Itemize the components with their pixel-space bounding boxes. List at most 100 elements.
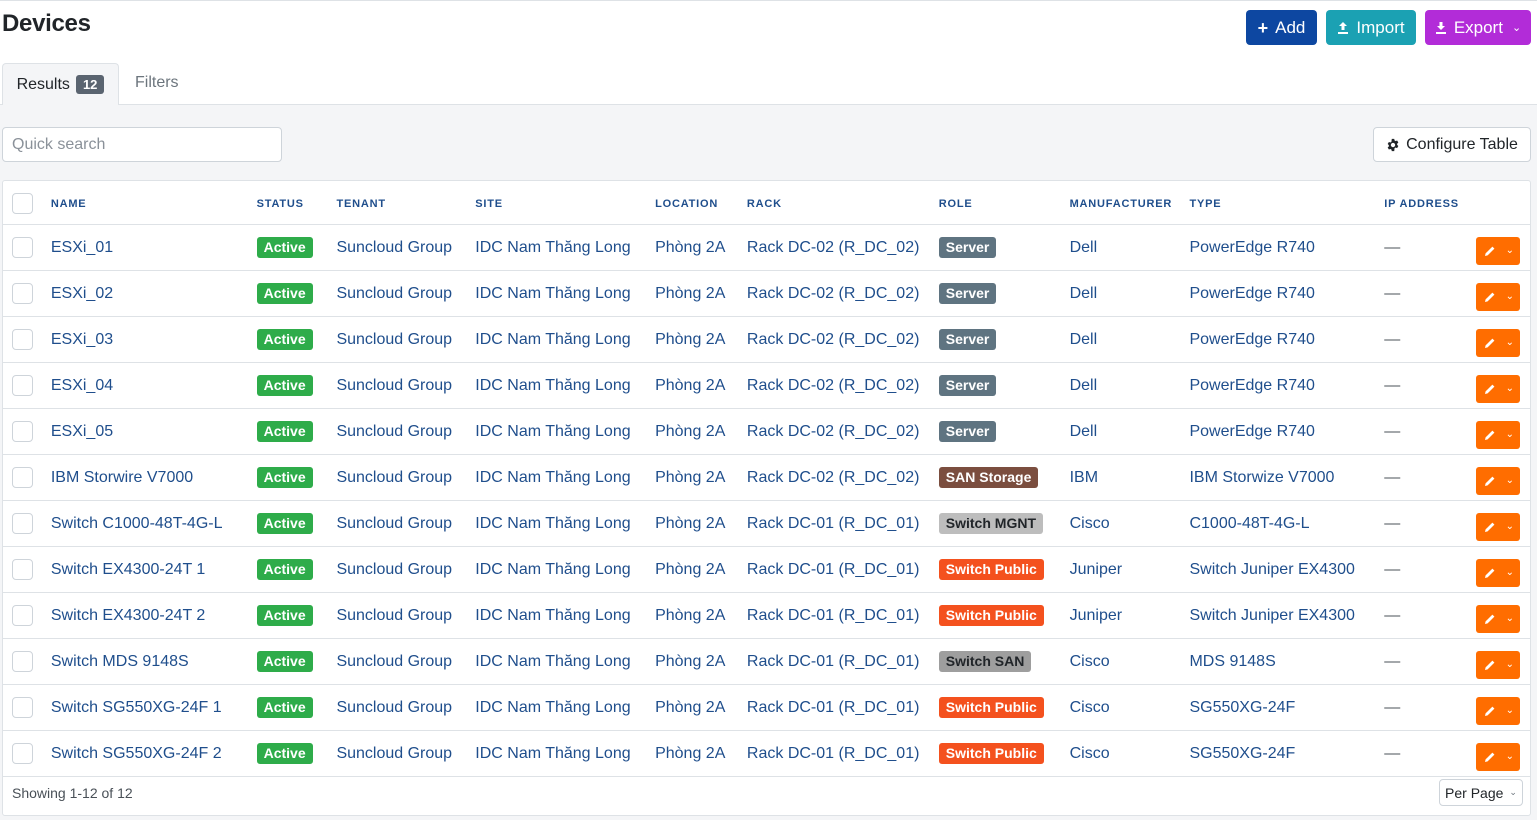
location-link[interactable]: Phòng 2A <box>655 607 725 624</box>
column-header-name[interactable]: NAME <box>50 181 257 225</box>
location-link[interactable]: Phòng 2A <box>655 285 725 302</box>
device-name-link[interactable]: Switch SG550XG-24F 2 <box>51 745 222 762</box>
site-link[interactable]: IDC Nam Thăng Long <box>475 285 630 302</box>
location-link[interactable]: Phòng 2A <box>655 745 725 762</box>
tenant-link[interactable]: Suncloud Group <box>336 423 452 440</box>
device-name-link[interactable]: IBM Storwire V7000 <box>51 469 193 486</box>
per-page-select[interactable]: Per Page ⌄ <box>1439 779 1523 806</box>
rack-link[interactable]: Rack DC-01 (R_DC_01) <box>747 515 920 532</box>
rack-link[interactable]: Rack DC-02 (R_DC_02) <box>747 469 920 486</box>
manufacturer-link[interactable]: Juniper <box>1070 607 1122 624</box>
device-name-link[interactable]: Switch EX4300-24T 1 <box>51 561 205 578</box>
device-type-link[interactable]: MDS 9148S <box>1189 653 1275 670</box>
device-type-link[interactable]: C1000-48T-4G-L <box>1189 515 1309 532</box>
rack-link[interactable]: Rack DC-01 (R_DC_01) <box>747 745 920 762</box>
manufacturer-link[interactable]: Dell <box>1070 377 1098 394</box>
row-checkbox[interactable] <box>12 651 33 672</box>
tab-results[interactable]: Results 12 <box>2 63 119 105</box>
edit-actions-button[interactable]: ⌄ <box>1476 236 1521 265</box>
manufacturer-link[interactable]: Dell <box>1070 239 1098 256</box>
tenant-link[interactable]: Suncloud Group <box>336 377 452 394</box>
row-checkbox[interactable] <box>12 605 33 626</box>
tenant-link[interactable]: Suncloud Group <box>336 285 452 302</box>
location-link[interactable]: Phòng 2A <box>655 469 725 486</box>
manufacturer-link[interactable]: IBM <box>1070 469 1098 486</box>
location-link[interactable]: Phòng 2A <box>655 515 725 532</box>
edit-actions-button[interactable]: ⌄ <box>1476 696 1521 725</box>
device-name-link[interactable]: ESXi_05 <box>51 423 113 440</box>
device-type-link[interactable]: SG550XG-24F <box>1189 699 1295 716</box>
row-checkbox[interactable] <box>12 329 33 350</box>
device-type-link[interactable]: IBM Storwize V7000 <box>1189 469 1334 486</box>
quick-search-input[interactable] <box>2 127 282 162</box>
edit-actions-button[interactable]: ⌄ <box>1476 512 1521 541</box>
row-checkbox[interactable] <box>12 283 33 304</box>
site-link[interactable]: IDC Nam Thăng Long <box>475 607 630 624</box>
device-type-link[interactable]: PowerEdge R740 <box>1189 423 1314 440</box>
manufacturer-link[interactable]: Dell <box>1070 423 1098 440</box>
site-link[interactable]: IDC Nam Thăng Long <box>475 653 630 670</box>
tenant-link[interactable]: Suncloud Group <box>336 469 452 486</box>
location-link[interactable]: Phòng 2A <box>655 377 725 394</box>
location-link[interactable]: Phòng 2A <box>655 423 725 440</box>
location-link[interactable]: Phòng 2A <box>655 331 725 348</box>
row-checkbox[interactable] <box>12 375 33 396</box>
site-link[interactable]: IDC Nam Thăng Long <box>475 469 630 486</box>
column-header-manufacturer[interactable]: MANUFACTURER <box>1069 181 1190 225</box>
rack-link[interactable]: Rack DC-02 (R_DC_02) <box>747 285 920 302</box>
manufacturer-link[interactable]: Cisco <box>1070 699 1110 716</box>
device-name-link[interactable]: Switch C1000-48T-4G-L <box>51 515 223 532</box>
tenant-link[interactable]: Suncloud Group <box>336 561 452 578</box>
column-header-type[interactable]: TYPE <box>1189 181 1385 225</box>
site-link[interactable]: IDC Nam Thăng Long <box>475 239 630 256</box>
manufacturer-link[interactable]: Dell <box>1070 285 1098 302</box>
tenant-link[interactable]: Suncloud Group <box>336 515 452 532</box>
device-type-link[interactable]: PowerEdge R740 <box>1189 239 1314 256</box>
tenant-link[interactable]: Suncloud Group <box>336 607 452 624</box>
row-checkbox[interactable] <box>12 697 33 718</box>
site-link[interactable]: IDC Nam Thăng Long <box>475 699 630 716</box>
device-name-link[interactable]: Switch MDS 9148S <box>51 653 189 670</box>
row-checkbox[interactable] <box>12 421 33 442</box>
manufacturer-link[interactable]: Cisco <box>1070 745 1110 762</box>
tenant-link[interactable]: Suncloud Group <box>336 331 452 348</box>
manufacturer-link[interactable]: Cisco <box>1070 653 1110 670</box>
tenant-link[interactable]: Suncloud Group <box>336 745 452 762</box>
rack-link[interactable]: Rack DC-01 (R_DC_01) <box>747 607 920 624</box>
device-name-link[interactable]: ESXi_01 <box>51 239 113 256</box>
rack-link[interactable]: Rack DC-02 (R_DC_02) <box>747 377 920 394</box>
edit-actions-button[interactable]: ⌄ <box>1476 742 1521 771</box>
site-link[interactable]: IDC Nam Thăng Long <box>475 377 630 394</box>
tenant-link[interactable]: Suncloud Group <box>336 653 452 670</box>
rack-link[interactable]: Rack DC-01 (R_DC_01) <box>747 699 920 716</box>
edit-actions-button[interactable]: ⌄ <box>1476 328 1521 357</box>
tab-filters[interactable]: Filters <box>135 74 179 92</box>
edit-actions-button[interactable]: ⌄ <box>1476 466 1521 495</box>
device-type-link[interactable]: SG550XG-24F <box>1189 745 1295 762</box>
export-button[interactable]: Export ⌄ <box>1425 10 1531 45</box>
device-name-link[interactable]: Switch SG550XG-24F 1 <box>51 699 222 716</box>
device-name-link[interactable]: ESXi_03 <box>51 331 113 348</box>
row-checkbox[interactable] <box>12 513 33 534</box>
device-type-link[interactable]: Switch Juniper EX4300 <box>1189 561 1354 578</box>
device-type-link[interactable]: Switch Juniper EX4300 <box>1189 607 1354 624</box>
column-header-ip-address[interactable]: IP ADDRESS <box>1384 181 1477 225</box>
column-header-site[interactable]: SITE <box>475 181 656 225</box>
column-header-rack[interactable]: RACK <box>746 181 939 225</box>
add-button[interactable]: + Add <box>1246 10 1317 45</box>
rack-link[interactable]: Rack DC-02 (R_DC_02) <box>747 423 920 440</box>
configure-table-button[interactable]: Configure Table <box>1373 127 1531 162</box>
device-type-link[interactable]: PowerEdge R740 <box>1189 377 1314 394</box>
rack-link[interactable]: Rack DC-02 (R_DC_02) <box>747 331 920 348</box>
manufacturer-link[interactable]: Dell <box>1070 331 1098 348</box>
device-name-link[interactable]: Switch EX4300-24T 2 <box>51 607 205 624</box>
site-link[interactable]: IDC Nam Thăng Long <box>475 745 630 762</box>
edit-actions-button[interactable]: ⌄ <box>1476 420 1521 449</box>
edit-actions-button[interactable]: ⌄ <box>1476 374 1521 403</box>
column-header-role[interactable]: ROLE <box>938 181 1070 225</box>
column-header-status[interactable]: STATUS <box>256 181 337 225</box>
tenant-link[interactable]: Suncloud Group <box>336 699 452 716</box>
manufacturer-link[interactable]: Juniper <box>1070 561 1122 578</box>
row-checkbox[interactable] <box>12 743 33 764</box>
site-link[interactable]: IDC Nam Thăng Long <box>475 515 630 532</box>
